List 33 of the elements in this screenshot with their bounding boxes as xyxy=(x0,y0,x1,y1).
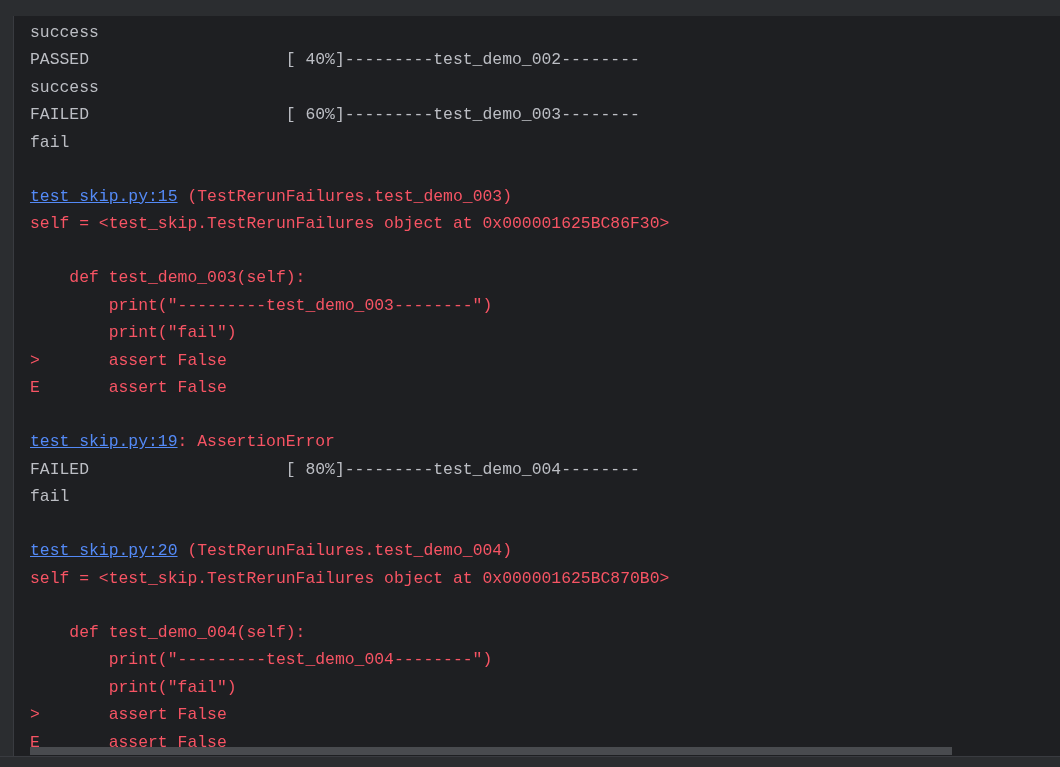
traceback-text: (TestRerunFailures.test_demo_003) xyxy=(186,185,512,208)
traceback-text: def test_demo_003(self): xyxy=(68,267,306,290)
traceback-text: print("---------test_demo_003--------") xyxy=(107,294,493,317)
traceback-text: def test_demo_004(self): xyxy=(68,621,306,644)
line-marker: > xyxy=(30,349,41,372)
line-marker: > xyxy=(30,704,41,727)
console-text: success xyxy=(30,22,99,44)
test-status: FAILED xyxy=(30,458,91,481)
traceback-text: assert False xyxy=(108,377,227,400)
progress-text: [ 80%]---------test_demo_004-------- xyxy=(285,458,640,481)
traceback-text: print("---------test_demo_004--------") xyxy=(107,649,493,672)
traceback-text: assert False xyxy=(108,731,227,754)
line-marker: E xyxy=(30,731,41,754)
traceback-text: self = <test_skip.TestRerunFailures object at 0x000001625BC86F30> xyxy=(30,213,670,236)
test-status: PASSED xyxy=(30,49,91,72)
traceback-text: assert False xyxy=(108,704,227,727)
traceback-text: print("fail") xyxy=(107,676,237,699)
line-marker: E xyxy=(30,377,41,400)
source-link[interactable]: test_skip.py:19 xyxy=(30,428,178,456)
traceback-text: print("fail") xyxy=(107,322,237,345)
console-text: success xyxy=(30,76,99,99)
console-text: fail xyxy=(30,131,70,154)
traceback-text: self = <test_skip.TestRerunFailures object at 0x000001625BC870B0> xyxy=(30,567,670,590)
console-text: fail xyxy=(30,486,70,509)
traceback-text: (TestRerunFailures.test_demo_004) xyxy=(186,540,512,563)
progress-text: [ 60%]---------test_demo_003-------- xyxy=(285,104,640,127)
horizontal-scrollbar[interactable] xyxy=(30,747,952,755)
source-link[interactable]: test_skip.py:20 xyxy=(30,537,178,565)
traceback-text: assert False xyxy=(108,349,227,372)
source-link[interactable]: test_skip.py:15 xyxy=(30,182,178,211)
traceback-text: : AssertionError xyxy=(177,431,335,454)
progress-text: [ 40%]---------test_demo_002-------- xyxy=(285,49,640,72)
test-status: FAILED xyxy=(30,104,91,127)
